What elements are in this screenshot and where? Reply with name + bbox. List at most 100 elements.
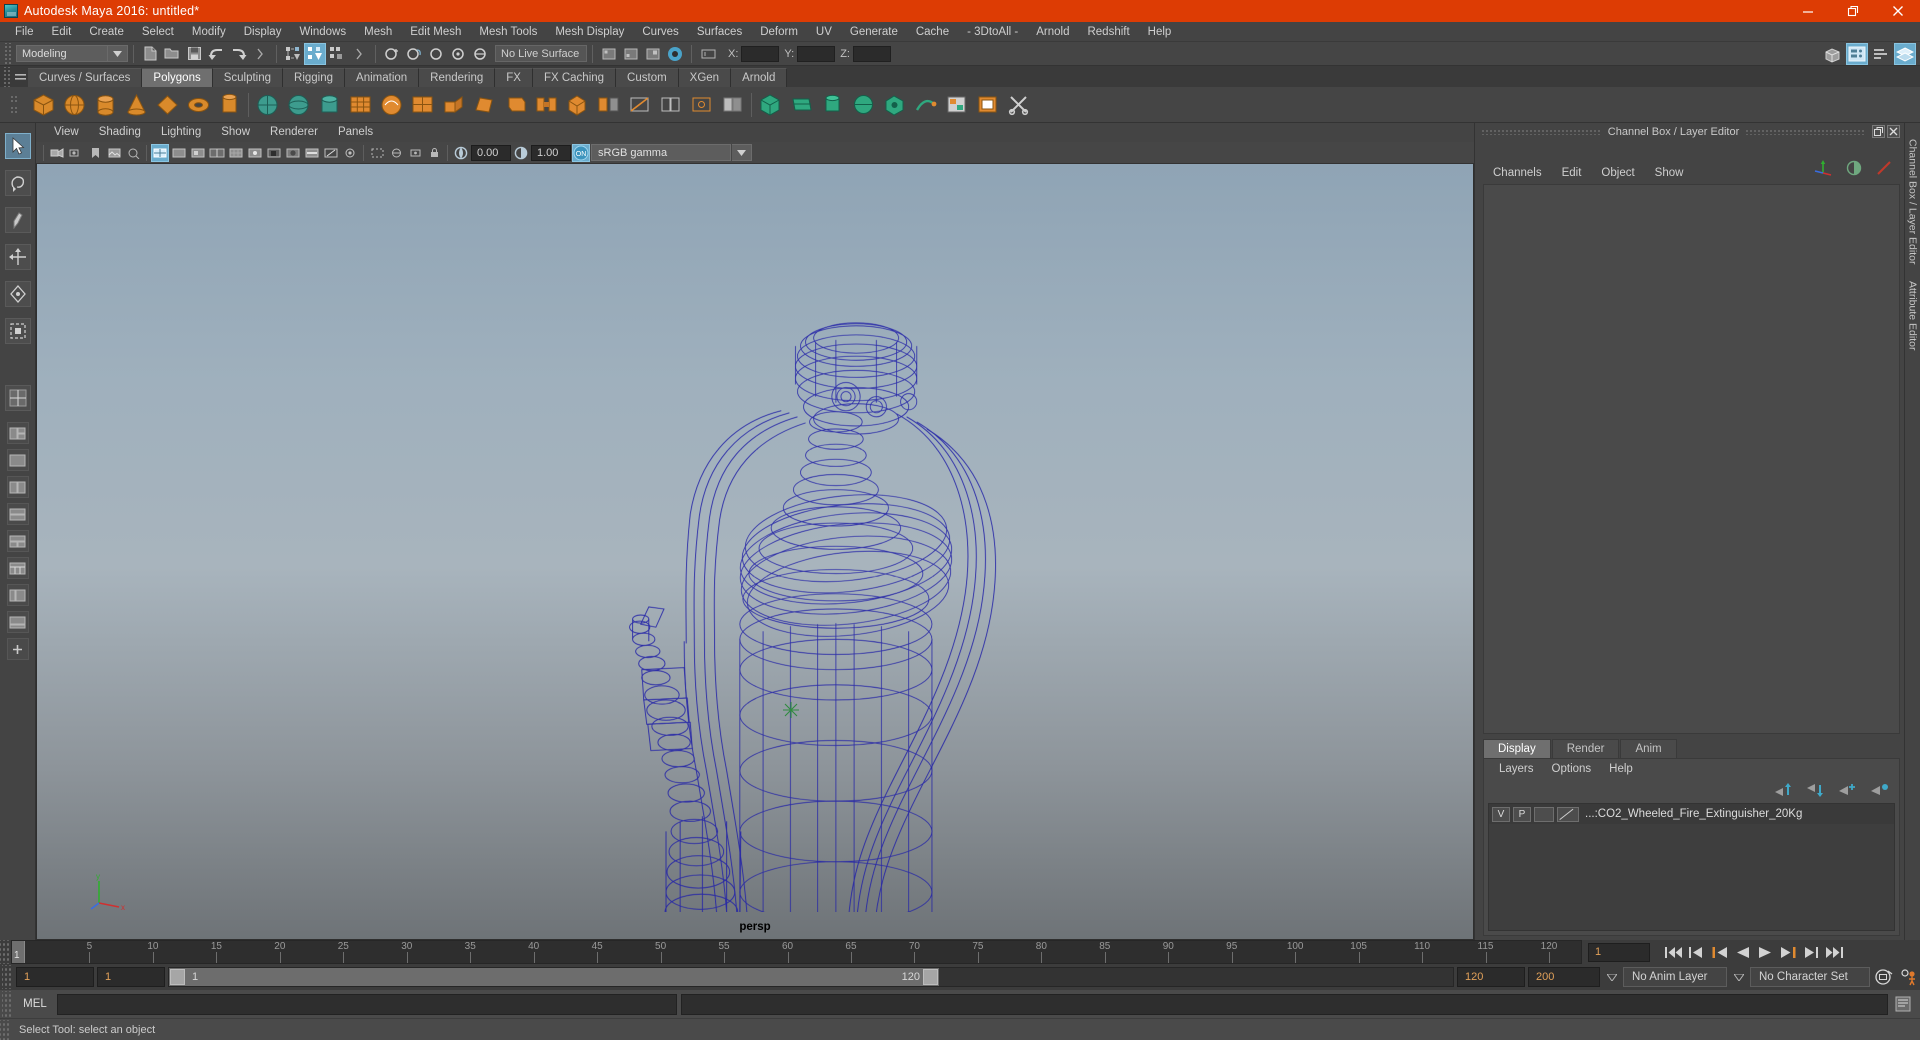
menu-redshift[interactable]: Redshift: [1078, 22, 1138, 42]
shaded-with-wireframe-icon[interactable]: [208, 144, 226, 162]
menu-uv[interactable]: UV: [807, 22, 841, 42]
select-by-object-type-icon[interactable]: [304, 42, 326, 65]
play-forwards-icon[interactable]: [1754, 941, 1776, 963]
undo-icon[interactable]: [205, 43, 227, 65]
command-response-field[interactable]: [681, 993, 1888, 1015]
menu-mesh-display[interactable]: Mesh Display: [546, 22, 633, 42]
automatic-uv-icon[interactable]: [879, 89, 910, 120]
hardware-texturing-icon[interactable]: [227, 144, 245, 162]
half-circle-icon[interactable]: [1846, 160, 1862, 176]
create-new-layer-icon[interactable]: [1839, 783, 1857, 797]
extrude-icon[interactable]: [438, 89, 469, 120]
cylindrical-uv-icon[interactable]: [817, 89, 848, 120]
exposure-icon[interactable]: [452, 144, 470, 162]
menu-deform[interactable]: Deform: [751, 22, 807, 42]
x-field[interactable]: [741, 45, 780, 62]
toolbar-grip[interactable]: [3, 42, 12, 65]
shelf-tab-polygons[interactable]: Polygons: [142, 68, 213, 87]
step-back-frame-icon[interactable]: [1708, 941, 1730, 963]
redo-icon[interactable]: [227, 43, 249, 65]
snap-to-projected-center-icon[interactable]: [447, 43, 469, 65]
range-start-field[interactable]: 1: [16, 967, 94, 987]
make-live-surface-field[interactable]: No Live Surface: [495, 45, 587, 62]
close-icon[interactable]: [1875, 0, 1920, 22]
shelf-tab-arnold[interactable]: Arnold: [731, 68, 788, 87]
layer-color-swatch[interactable]: [1557, 806, 1579, 822]
layer-visibility-toggle[interactable]: V: [1492, 806, 1510, 822]
layer-menu-options[interactable]: Options: [1543, 759, 1601, 779]
paint-select-tool-icon[interactable]: [4, 207, 31, 233]
z-field[interactable]: [852, 45, 891, 62]
channelbox-menu-object[interactable]: Object: [1591, 162, 1644, 184]
show-hide-channel-box-icon[interactable]: [1894, 43, 1916, 65]
x-ray-joints-icon[interactable]: [406, 144, 424, 162]
scale-tool-icon[interactable]: [4, 318, 31, 344]
outliner-persp-layout-icon[interactable]: [6, 584, 29, 606]
camera-attributes-icon[interactable]: [67, 144, 85, 162]
animation-preferences-icon[interactable]: [1898, 966, 1920, 988]
menu-edit[interactable]: Edit: [43, 22, 81, 42]
go-to-start-icon[interactable]: [1662, 941, 1684, 963]
show-hide-modeling-toolkit-icon[interactable]: [1822, 43, 1844, 65]
fire-extinguisher-wireframe-model[interactable]: [37, 164, 1473, 913]
shelf-tab-fx[interactable]: FX: [495, 68, 533, 87]
move-layer-up-icon[interactable]: [1775, 783, 1793, 797]
menu-3dtoall[interactable]: - 3DtoAll -: [958, 22, 1027, 42]
select-camera-icon[interactable]: [48, 144, 66, 162]
render-settings-icon[interactable]: [664, 43, 686, 65]
save-scene-icon[interactable]: [183, 43, 205, 65]
isolate-select-icon[interactable]: [368, 144, 386, 162]
four-view-layout-icon[interactable]: [4, 385, 31, 411]
layer-tab-anim[interactable]: Anim: [1620, 739, 1677, 758]
open-scene-icon[interactable]: [161, 43, 183, 65]
move-tool-icon[interactable]: [4, 244, 31, 270]
quad-draw-icon[interactable]: [407, 89, 438, 120]
step-forward-keyframe-icon[interactable]: [1800, 941, 1822, 963]
character-set-select[interactable]: No Character Set: [1750, 967, 1870, 987]
planar-uv-icon[interactable]: [786, 89, 817, 120]
current-frame-field[interactable]: 1: [1588, 942, 1650, 962]
menu-select[interactable]: Select: [133, 22, 183, 42]
layer-menu-layers[interactable]: Layers: [1490, 759, 1543, 779]
menu-help[interactable]: Help: [1139, 22, 1181, 42]
shelf-tab-xgen[interactable]: XGen: [678, 68, 732, 87]
show-hide-tool-settings-icon[interactable]: [1870, 43, 1892, 65]
bevel-icon[interactable]: [500, 89, 531, 120]
vertical-tab-channel-box-layer-editor[interactable]: Channel Box / Layer Editor: [1907, 131, 1919, 273]
anim-layer-select[interactable]: No Anim Layer: [1623, 967, 1727, 987]
menu-set-selector[interactable]: Modeling: [16, 45, 108, 62]
smooth-shade-all-icon[interactable]: [170, 144, 188, 162]
anim-start-field[interactable]: 1: [97, 967, 165, 987]
three-pane-layout-icon[interactable]: [6, 530, 29, 552]
menu-edit-mesh[interactable]: Edit Mesh: [401, 22, 470, 42]
toolbar-collapse-icon[interactable]: [249, 43, 271, 65]
toolbar-collapse-2-icon[interactable]: [348, 43, 370, 65]
range-end-handle[interactable]: [923, 969, 938, 985]
shelf-tab-curves-surfaces[interactable]: Curves / Surfaces: [28, 68, 143, 87]
viewport-menu-renderer[interactable]: Renderer: [260, 123, 328, 142]
shelf-tab-sculpting[interactable]: Sculpting: [212, 68, 284, 87]
polygon-torus-icon[interactable]: [183, 89, 214, 120]
viewport-menu-shading[interactable]: Shading: [89, 123, 151, 142]
polygon-sphere-icon[interactable]: [59, 89, 90, 120]
menu-modify[interactable]: Modify: [183, 22, 235, 42]
command-input[interactable]: [57, 993, 677, 1015]
smooth-mesh-icon[interactable]: [376, 89, 407, 120]
use-all-lights-icon[interactable]: [246, 144, 264, 162]
target-weld-icon[interactable]: [686, 89, 717, 120]
hypergraph-layout-icon[interactable]: [6, 557, 29, 579]
move-layer-down-icon[interactable]: [1807, 783, 1825, 797]
select-tool-icon[interactable]: [4, 133, 31, 159]
rotate-tool-icon[interactable]: [4, 281, 31, 307]
viewport-menu-view[interactable]: View: [44, 123, 89, 142]
channelbox-menu-show[interactable]: Show: [1645, 162, 1694, 184]
layer-list[interactable]: V P ...:CO2_Wheeled_Fire_Extinguisher_20Kg: [1488, 803, 1895, 931]
anim-layer-chevron-down-icon[interactable]: [1730, 967, 1747, 987]
script-editor-icon[interactable]: [1892, 993, 1914, 1015]
command-line-grip[interactable]: [2, 991, 13, 1017]
shelf-menu-icon[interactable]: [12, 67, 28, 87]
range-bar[interactable]: 1 120: [168, 967, 1454, 987]
depth-of-field-icon[interactable]: [341, 144, 359, 162]
layer-name[interactable]: ...:CO2_Wheeled_Fire_Extinguisher_20Kg: [1585, 808, 1802, 820]
close-panel-icon[interactable]: [1887, 125, 1900, 138]
